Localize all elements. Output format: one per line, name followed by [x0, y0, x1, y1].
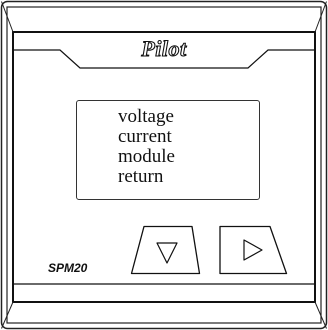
menu-item-module: module: [118, 146, 175, 167]
model-label: SPM20: [48, 261, 88, 275]
menu-item-current: current: [118, 126, 172, 147]
menu-item-return: return: [118, 166, 164, 187]
down-button[interactable]: [130, 225, 202, 275]
menu-list: voltage current module return: [118, 107, 175, 187]
menu-item-voltage: voltage: [118, 106, 174, 127]
right-button[interactable]: [212, 225, 288, 275]
lcd-screen: voltage current module return: [76, 100, 260, 200]
brand-logo: Pilot: [141, 35, 187, 61]
